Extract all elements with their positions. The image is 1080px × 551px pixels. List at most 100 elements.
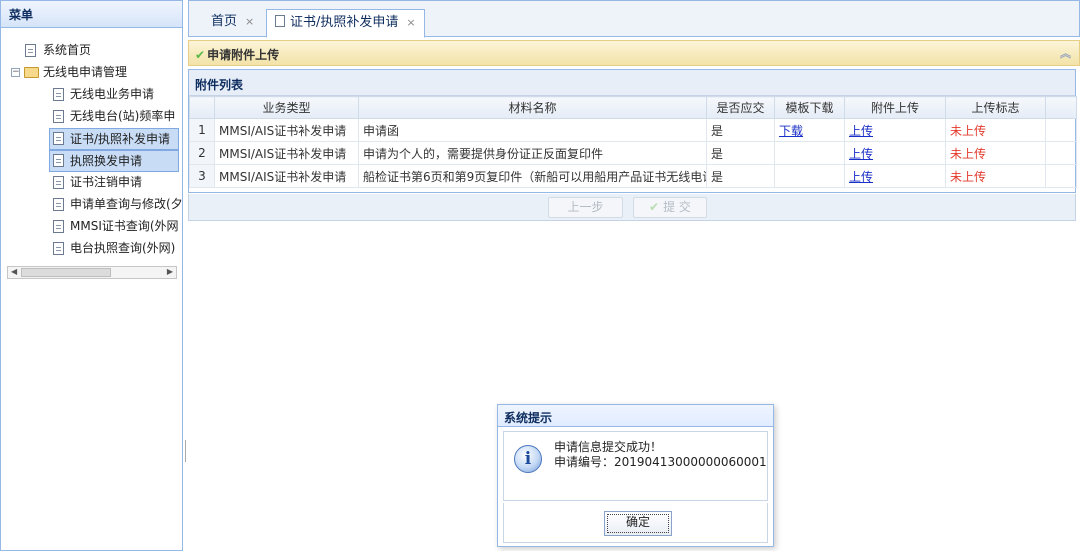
section-header: ✔ 申请附件上传 ︽ [188,40,1080,66]
cell-type: MMSI/AIS证书补发申请 [214,164,359,188]
menu-title: 菜单 [1,1,182,28]
file-icon [53,132,64,145]
cell-status: 未上传 [945,141,1046,165]
tab-label: 首页 [211,14,238,29]
menu-item-license-query[interactable]: 电台执照查询(外网) [1,238,182,260]
menu-item-label: 无线电业务申请 [70,87,155,101]
menu-item-label: 系统首页 [43,43,92,57]
scroll-right-icon[interactable]: ▶ [167,267,173,276]
menu-item-station-frequency[interactable]: 无线电台(站)频率申 [1,106,182,128]
tab-label: 证书/执照补发申请 [290,15,399,30]
menu-item-label: 申请单查询与修改(夕 [70,197,182,211]
menu-item-label: 证书/执照补发申请 [70,132,171,146]
dialog-message: 申请信息提交成功！ 申请编号：20190413000000060001 [554,440,767,470]
menu-item-cert-reissue[interactable]: 证书/执照补发申请 [49,128,179,150]
cell-material: 申请为个人的，需要提供身份证正反面复印件 [358,141,707,165]
menu-item-license-renew[interactable]: 执照换发申请 [49,150,179,172]
file-icon [53,176,64,189]
file-icon [53,154,64,167]
cell-required: 是 [706,141,775,165]
dialog-body: i 申请信息提交成功！ 申请编号：20190413000000060001 [503,431,768,501]
filler-header [1045,96,1077,119]
table-row[interactable]: 3 MMSI/AIS证书补发申请 船检证书第6页和第9页复印件（新船可以用船用产… [189,164,1077,188]
upload-link[interactable]: 上传 [849,147,873,161]
menu-item-radio-business[interactable]: 无线电业务申请 [1,84,182,106]
menu-item-cert-cancel[interactable]: 证书注销申请 [1,172,182,194]
ok-button[interactable]: 确定 [604,511,672,536]
prev-step-button[interactable]: 上一步 [548,197,623,218]
menu-horizontal-scrollbar[interactable]: ◀ ▶ [7,266,177,279]
dialog-message-line: 申请信息提交成功！ [554,440,663,454]
row-number-header [189,96,215,119]
attachment-table: 业务类型 材料名称 是否应交 模板下载 附件上传 上传标志 1 MMSI/AIS… [189,96,1077,188]
menu-item-label: 执照换发申请 [70,154,143,168]
file-icon [53,220,64,233]
button-bar: 上一步 ✔ 提 交 [188,194,1076,221]
cell-required: 是 [706,118,775,142]
collapse-icon[interactable]: − [11,68,20,77]
close-icon[interactable]: × [245,15,254,28]
collapse-up-icon[interactable]: ︽ [1060,45,1071,61]
scroll-left-icon[interactable]: ◀ [11,267,17,276]
menu-item-system-home[interactable]: 系统首页 [1,40,182,62]
page-icon [275,15,285,27]
row-number: 2 [189,141,215,165]
menu-item-label: 电台执照查询(外网) [70,241,176,255]
folder-open-icon [24,67,39,78]
filler-cell [1045,118,1077,142]
system-prompt-dialog: 系统提示 i 申请信息提交成功！ 申请编号：201904130000000600… [497,404,774,547]
checkmark-icon: ✔ [195,48,206,62]
cell-status: 未上传 [945,118,1046,142]
tab-home[interactable]: 首页 × [203,9,262,38]
application-number: 申请编号：20190413000000060001 [554,455,767,469]
column-header[interactable]: 业务类型 [214,96,359,119]
cell-download [774,141,845,165]
file-icon [25,44,36,57]
cell-required: 是 [706,164,775,188]
menu-item-label: MMSI证书查询(外网 [70,219,179,233]
column-header[interactable]: 上传标志 [945,96,1046,119]
table-row[interactable]: 2 MMSI/AIS证书补发申请 申请为个人的，需要提供身份证正反面复印件 是 … [189,141,1077,165]
cell-status: 未上传 [945,164,1046,188]
download-link[interactable]: 下载 [779,124,803,138]
row-number: 1 [189,118,215,142]
file-icon [53,88,64,101]
menu-item-label: 无线电台(站)频率申 [70,109,176,123]
cell-download [774,164,845,188]
file-icon [53,242,64,255]
close-icon[interactable]: × [406,16,415,29]
upload-link[interactable]: 上传 [849,170,873,184]
file-icon [53,198,64,211]
column-header[interactable]: 模板下载 [774,96,845,119]
menu-item-label: 无线电申请管理 [43,65,128,79]
file-icon [53,110,64,123]
info-icon: i [514,445,542,473]
tab-bar: 首页 × 证书/执照补发申请 × [188,0,1080,38]
column-header[interactable]: 材料名称 [358,96,707,119]
menu-item-mmsi-query[interactable]: MMSI证书查询(外网 [1,216,182,238]
filler-cell [1045,141,1077,165]
dialog-footer: 确定 [503,503,768,543]
cell-material: 申请函 [358,118,707,142]
cell-material: 船检证书第6页和第9页复印件（新船可以用船用产品证书无线电设备信 [358,164,707,188]
column-header[interactable]: 是否应交 [706,96,775,119]
scrollbar-thumb[interactable] [21,268,111,277]
cell-type: MMSI/AIS证书补发申请 [214,118,359,142]
filler-cell [1045,164,1077,188]
cell-upload: 上传 [844,118,946,142]
table-row[interactable]: 1 MMSI/AIS证书补发申请 申请函 是 下载 上传 未上传 [189,118,1077,142]
submit-button[interactable]: ✔ 提 交 [633,197,707,218]
cell-download: 下载 [774,118,845,142]
column-header[interactable]: 附件上传 [844,96,946,119]
submit-label: 提 交 [663,200,691,214]
tab-cert-reissue[interactable]: 证书/执照补发申请 × [266,9,425,38]
menu-item-apply-query[interactable]: 申请单查询与修改(夕 [1,194,182,216]
upload-link[interactable]: 上传 [849,124,873,138]
menu-panel: 菜单 系统首页 − 无线电申请管理 无线电业务申请 无线电台(站)频率申 证书/… [0,0,183,551]
menu-item-radio-apply-mgmt[interactable]: − 无线电申请管理 [1,62,182,84]
table-header-row: 业务类型 材料名称 是否应交 模板下载 附件上传 上传标志 [189,96,1077,119]
grid-title: 附件列表 [189,70,1075,96]
menu-item-label: 证书注销申请 [70,175,143,189]
row-number: 3 [189,164,215,188]
splitter-grip[interactable] [185,440,186,462]
